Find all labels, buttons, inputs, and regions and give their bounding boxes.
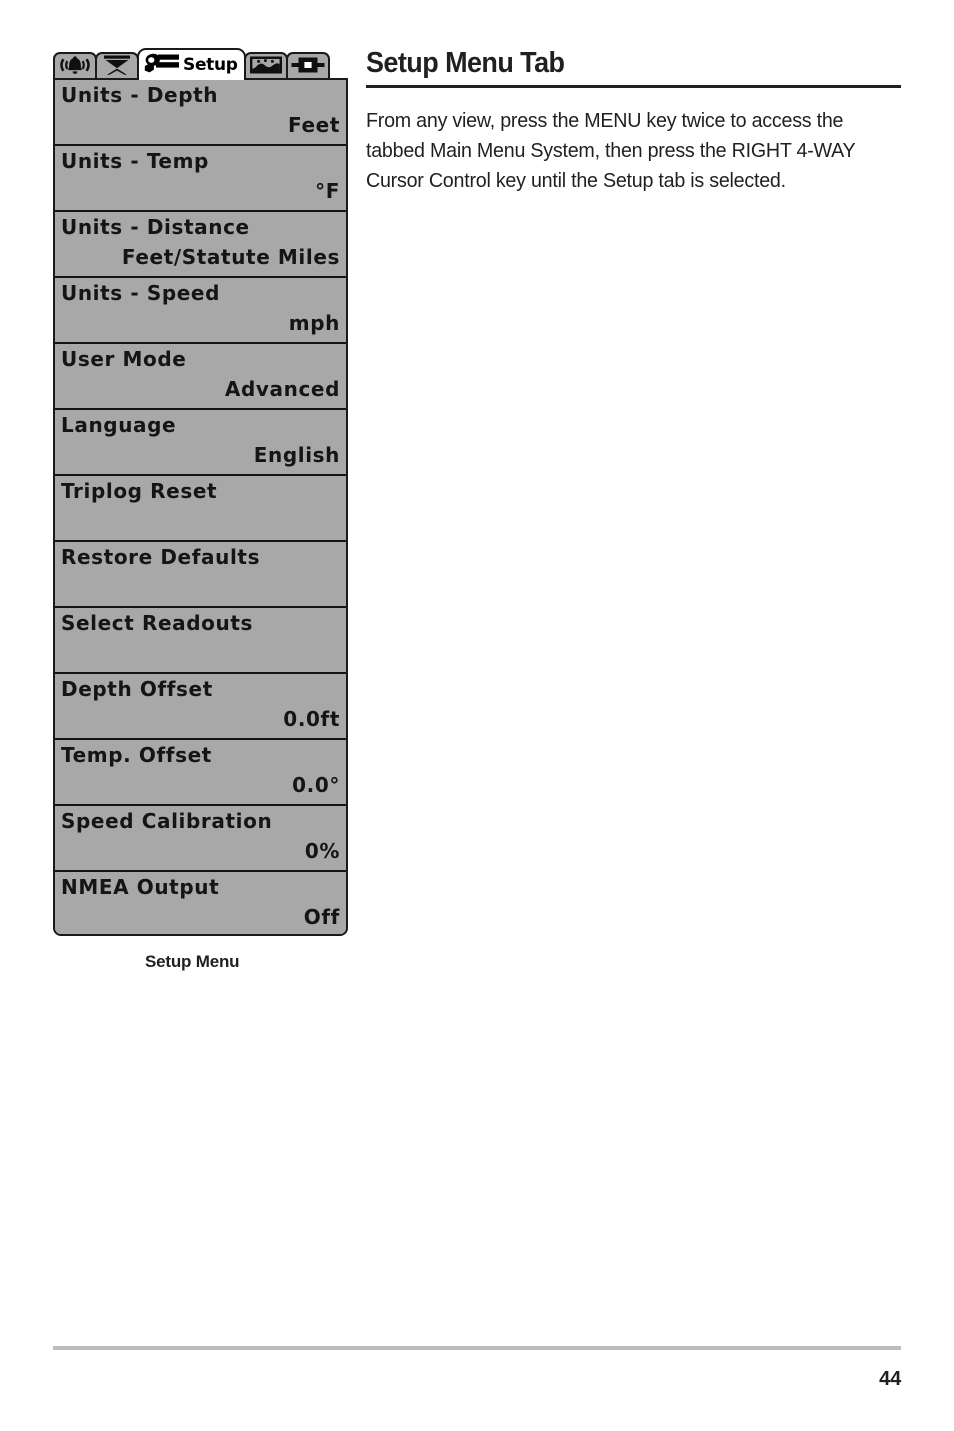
menu-item-label: Select Readouts (61, 611, 253, 635)
footer-divider (53, 1346, 901, 1350)
menu-item-label: Speed Calibration (61, 809, 273, 833)
menu-item-value: 0% (304, 839, 340, 863)
menu-tab-strip: Setup (53, 48, 348, 80)
page-number: 44 (879, 1368, 901, 1390)
manual-page: Setup Units - Depth Feet Units - Temp °F… (0, 0, 954, 1431)
figure-caption: Setup Menu (145, 952, 240, 971)
menu-item-label: Depth Offset (61, 677, 213, 701)
menu-item-label: Language (61, 413, 177, 437)
menu-item-value: °F (315, 179, 340, 203)
menu-item-value: mph (288, 311, 340, 335)
article-content: Setup Menu Tab From any view, press the … (366, 48, 901, 196)
setup-menu-list: Units - Depth Feet Units - Temp °F Units… (53, 78, 348, 936)
title-underline (366, 85, 901, 89)
menu-item-label: Units - Depth (61, 83, 219, 107)
tab-alarms[interactable] (53, 52, 97, 80)
tab-accessories[interactable] (285, 52, 330, 80)
menu-row-speed-calibration[interactable]: Speed Calibration 0% (55, 806, 346, 874)
menu-item-value: Off (303, 905, 340, 929)
display-box-icon (291, 56, 325, 79)
tab-setup-label: Setup (183, 54, 238, 75)
setup-menu-figure: Setup Units - Depth Feet Units - Temp °F… (53, 48, 348, 972)
menu-item-value: 0.0° (292, 773, 340, 797)
menu-item-label: Units - Distance (61, 215, 250, 239)
menu-item-label: Temp. Offset (61, 743, 212, 767)
menu-item-label: Units - Temp (61, 149, 209, 173)
menu-row-depth-offset[interactable]: Depth Offset 0.0ft (55, 674, 346, 742)
menu-item-label: Triplog Reset (61, 479, 218, 503)
menu-row-units-temp[interactable]: Units - Temp °F (55, 146, 346, 214)
menu-row-units-distance[interactable]: Units - Distance Feet/Statute Miles (55, 212, 346, 280)
menu-row-nmea-output[interactable]: NMEA Output Off (55, 872, 346, 934)
menu-row-restore-defaults[interactable]: Restore Defaults (55, 542, 346, 610)
tab-setup[interactable]: Setup (137, 48, 246, 80)
menu-row-user-mode[interactable]: User Mode Advanced (55, 344, 346, 412)
tab-sonar[interactable] (95, 52, 139, 80)
menu-item-value: Advanced (224, 377, 340, 401)
menu-item-label: User Mode (61, 347, 187, 371)
menu-row-temp-offset[interactable]: Temp. Offset 0.0° (55, 740, 346, 808)
menu-item-value: 0.0ft (283, 707, 340, 731)
menu-item-value: Feet (288, 113, 340, 137)
page-title: Setup Menu Tab (366, 47, 565, 79)
menu-row-triplog-reset[interactable]: Triplog Reset (55, 476, 346, 544)
sonar-cone-icon (102, 54, 132, 81)
wrench-icon (144, 53, 180, 78)
menu-row-units-depth[interactable]: Units - Depth Feet (55, 80, 346, 148)
menu-row-select-readouts[interactable]: Select Readouts (55, 608, 346, 676)
menu-row-language[interactable]: Language English (55, 410, 346, 478)
menu-item-value: English (253, 443, 340, 467)
menu-row-units-speed[interactable]: Units - Speed mph (55, 278, 346, 346)
menu-item-label: NMEA Output (61, 875, 220, 899)
tab-views[interactable] (243, 52, 288, 80)
menu-item-label: Units - Speed (61, 281, 220, 305)
body-paragraph: From any view, press the MENU key twice … (366, 109, 856, 193)
menu-item-label: Restore Defaults (61, 545, 261, 569)
alarm-bell-icon (58, 55, 92, 80)
menu-item-value: Feet/Statute Miles (121, 245, 340, 269)
sonar-chart-icon (249, 55, 283, 80)
